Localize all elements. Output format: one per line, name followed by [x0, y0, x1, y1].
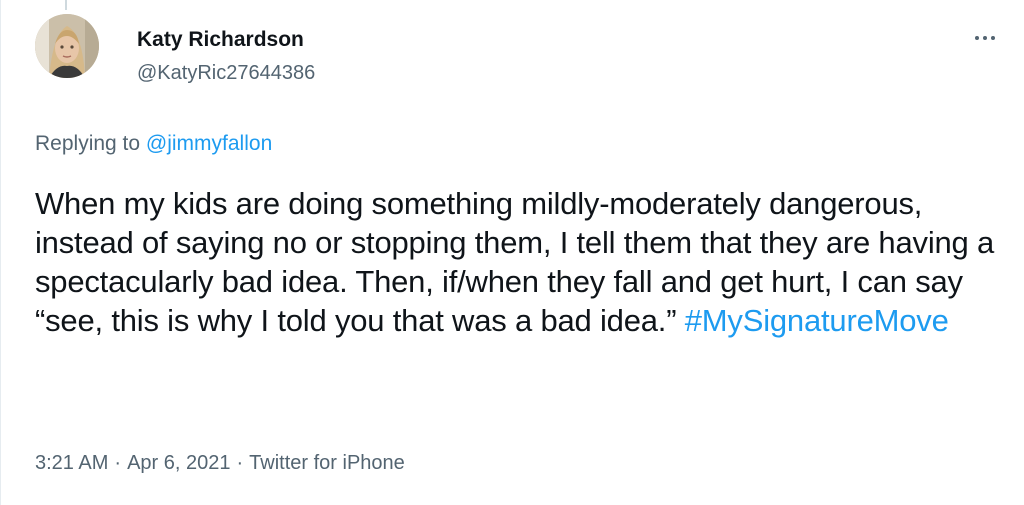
replying-to-label: Replying to: [35, 132, 141, 155]
replying-to-handle-link[interactable]: @jimmyfallon: [146, 132, 272, 155]
meta-separator: ·: [114, 452, 122, 474]
tweet-metadata: 3:21 AM · Apr 6, 2021 · Twitter for iPhone: [35, 452, 405, 475]
more-options-button[interactable]: [967, 26, 1003, 50]
author-name[interactable]: Katy Richardson: [137, 28, 304, 52]
tweet-time[interactable]: 3:21 AM: [35, 452, 108, 474]
meta-separator: ·: [236, 452, 244, 474]
avatar-image: [35, 14, 99, 78]
hashtag-link[interactable]: #MySignatureMove: [685, 303, 949, 338]
tweet-text: When my kids are doing something mildly-…: [35, 184, 995, 340]
tweet-card: Katy Richardson @KatyRic27644386 Replyin…: [0, 0, 1024, 505]
avatar[interactable]: [35, 14, 99, 78]
more-horizontal-icon-dot: [983, 36, 987, 40]
author-handle[interactable]: @KatyRic27644386: [137, 62, 315, 85]
tweet-source[interactable]: Twitter for iPhone: [249, 452, 405, 474]
more-horizontal-icon: [975, 36, 979, 40]
replying-to: Replying to @jimmyfallon: [35, 132, 272, 156]
thread-connector-line: [65, 0, 67, 10]
tweet-date[interactable]: Apr 6, 2021: [127, 452, 230, 474]
more-horizontal-icon-dot: [991, 36, 995, 40]
